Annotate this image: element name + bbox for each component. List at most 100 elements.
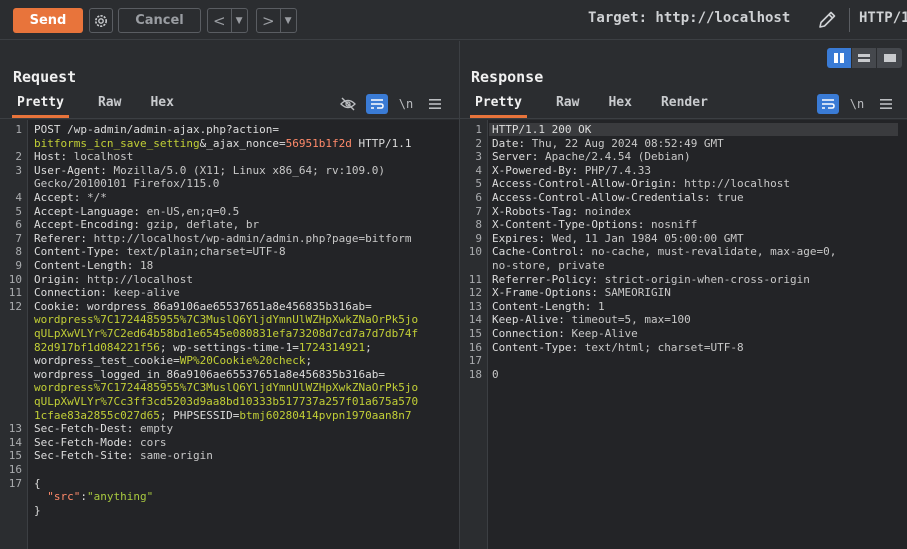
- request-line-number: 16: [8, 463, 22, 476]
- request-editor[interactable]: 1 POST /wp-admin/admin-ajax.php?action= bi…: [0, 120, 459, 549]
- request-line-number: 15: [8, 449, 22, 463]
- request-line-number: 8: [15, 245, 22, 259]
- code-token: wordpress%7C1724485955%7C3MuslQ6YljdYmnU…: [34, 381, 419, 395]
- response-line-number: 4: [475, 163, 482, 177]
- hamburger-menu-icon[interactable]: [424, 94, 446, 114]
- response-code-line: Content-Type: text/html; charset=UTF-8: [492, 341, 744, 354]
- response-tab-render[interactable]: Render: [661, 92, 708, 118]
- request-line-number: 3: [15, 163, 22, 177]
- cancel-button[interactable]: Cancel: [118, 8, 201, 33]
- code-token: HTTP/1.1 200 OK: [492, 123, 592, 136]
- response-line-number: 8: [475, 218, 482, 232]
- request-tab-pretty[interactable]: Pretty: [12, 92, 69, 118]
- code-token: btmj60280414pvpn1970aan8n7: [239, 408, 412, 422]
- send-button[interactable]: Send: [13, 8, 83, 33]
- request-line-number: 6: [15, 218, 22, 232]
- http-protocol-label[interactable]: HTTP/1: [859, 10, 907, 26]
- layout-stacked-button[interactable]: [852, 48, 877, 68]
- response-editor-icons: \n: [817, 94, 897, 114]
- request-code-line: Origin: http://localhost: [34, 273, 193, 286]
- code-token: wordpress%7C1724485955%7C3MuslQ6YljdYmnU…: [34, 313, 419, 327]
- back-button[interactable]: < ▼: [207, 8, 248, 33]
- back-dropdown-icon[interactable]: ▼: [230, 9, 247, 32]
- newline-toggle[interactable]: \n: [395, 94, 417, 114]
- code-token: qULpXwVLYr%7C2ed64b58bd1e6545e080831efa7…: [34, 327, 419, 340]
- response-title: Response: [471, 68, 544, 86]
- response-code-line: Server: Apache/2.4.54 (Debian): [492, 150, 691, 163]
- request-code-line: wordpress%7C1724485955%7C3MuslQ6YljdYmnU…: [34, 381, 418, 394]
- response-code-line: Access-Control-Allow-Origin: http://loca…: [492, 177, 790, 190]
- request-tabs: Pretty Raw Hex: [12, 92, 203, 118]
- code-token: Sec-Fetch-Site:: [34, 449, 140, 463]
- code-token: 18: [139, 259, 154, 272]
- request-code-line: 82d917bf1d084221f56; wp-settings-time-1=…: [34, 341, 372, 354]
- layout-single-button[interactable]: [877, 48, 902, 68]
- request-code-line: Content-Type: text/plain;charset=UTF-8: [34, 245, 286, 258]
- request-line-number: 7: [15, 231, 22, 245]
- request-code-line: Accept-Language: en-US,en;q=0.5: [34, 205, 239, 218]
- code-token: :: [80, 490, 87, 504]
- request-line-number: 2: [15, 150, 22, 164]
- request-code-line: Sec-Fetch-Site: same-origin: [34, 449, 213, 462]
- code-token: text/html; charset=UTF-8: [584, 340, 744, 354]
- code-token: keep-alive: [113, 286, 180, 300]
- newline-toggle[interactable]: \n: [846, 94, 868, 114]
- response-code-line: Referrer-Policy: strict-origin-when-cros…: [492, 273, 810, 286]
- layout-side-by-side-button[interactable]: [827, 48, 852, 68]
- request-code-line: Sec-Fetch-Dest: empty: [34, 422, 173, 435]
- response-tab-pretty[interactable]: Pretty: [470, 92, 527, 118]
- response-line-number: 16: [468, 340, 482, 354]
- chevron-right-icon: >: [262, 11, 275, 30]
- code-token: Sec-Fetch-Dest:: [34, 422, 140, 436]
- response-code-line: Keep-Alive: timeout=5, max=100: [492, 313, 691, 326]
- wrap-lines-icon[interactable]: [366, 94, 388, 114]
- response-line-number: 10: [468, 245, 482, 259]
- code-token: timeout=5, max=100: [571, 313, 691, 327]
- pencil-icon[interactable]: [815, 8, 839, 32]
- request-tab-hex[interactable]: Hex: [150, 92, 173, 118]
- response-line-number: 14: [468, 313, 482, 327]
- code-token: Cookie:: [34, 299, 87, 313]
- code-token: HTTP/1.1: [351, 136, 412, 150]
- response-code-line: Connection: Keep-Alive: [492, 327, 638, 340]
- response-editor[interactable]: 1 HTTP/1.1 200 OK 2 Date: Thu, 22 Aug 2024 …: [460, 120, 907, 549]
- response-code-line: Date: Thu, 22 Aug 2024 08:52:49 GMT: [492, 137, 724, 150]
- code-token: X-Content-Type-Options:: [492, 218, 651, 232]
- code-token: Access-Control-Allow-Origin:: [492, 177, 685, 191]
- code-token: true: [717, 191, 744, 204]
- code-token: wordpress_86a9106ae65537651a8e456835b316…: [86, 299, 372, 313]
- target-label: Target: http://localhost: [588, 10, 791, 26]
- settings-gear-button[interactable]: [89, 8, 113, 33]
- response-line-number: 6: [475, 191, 482, 204]
- request-tab-raw[interactable]: Raw: [98, 92, 121, 118]
- code-token: 1724314921: [298, 340, 366, 354]
- response-tab-hex[interactable]: Hex: [608, 92, 631, 118]
- code-token: Date:: [492, 136, 532, 150]
- request-line-number: 11: [8, 286, 22, 300]
- response-tab-raw[interactable]: Raw: [556, 92, 579, 118]
- wrap-lines-icon[interactable]: [817, 94, 839, 114]
- code-token: Content-Type:: [34, 245, 127, 259]
- code-token: Content-Length:: [492, 299, 598, 313]
- hamburger-menu-icon[interactable]: [875, 94, 897, 114]
- request-code-line: }: [34, 504, 41, 517]
- code-token: Accept-Language:: [34, 204, 147, 218]
- response-code-line: HTTP/1.1 200 OK: [492, 123, 591, 136]
- request-line-number: 4: [15, 191, 22, 204]
- request-line-number: 1: [15, 123, 22, 136]
- request-code-line: qULpXwVLYr%7C2ed64b58bd1e6545e080831efa7…: [34, 327, 418, 340]
- request-code-line: bitforms_icn_save_setting&_ajax_nonce=56…: [34, 137, 412, 150]
- code-token: User-Agent:: [34, 163, 114, 177]
- code-token: Origin:: [34, 272, 87, 286]
- code-token: Content-Length:: [34, 259, 140, 272]
- request-code-line: Referer: http://localhost/wp-admin/admin…: [34, 232, 412, 245]
- code-token: 1cfae83a2855c027d65: [34, 408, 160, 422]
- request-code-line: Accept-Encoding: gzip, deflate, br: [34, 218, 259, 231]
- forward-button[interactable]: > ▼: [256, 8, 297, 33]
- forward-dropdown-icon[interactable]: ▼: [279, 9, 296, 32]
- code-token: gzip, deflate, br: [146, 218, 260, 232]
- eye-slash-icon[interactable]: [337, 94, 359, 114]
- request-code-line: wordpress%7C1724485955%7C3MuslQ6YljdYmnU…: [34, 313, 418, 326]
- request-line-number: 13: [8, 422, 22, 436]
- response-line-number: 13: [468, 299, 482, 313]
